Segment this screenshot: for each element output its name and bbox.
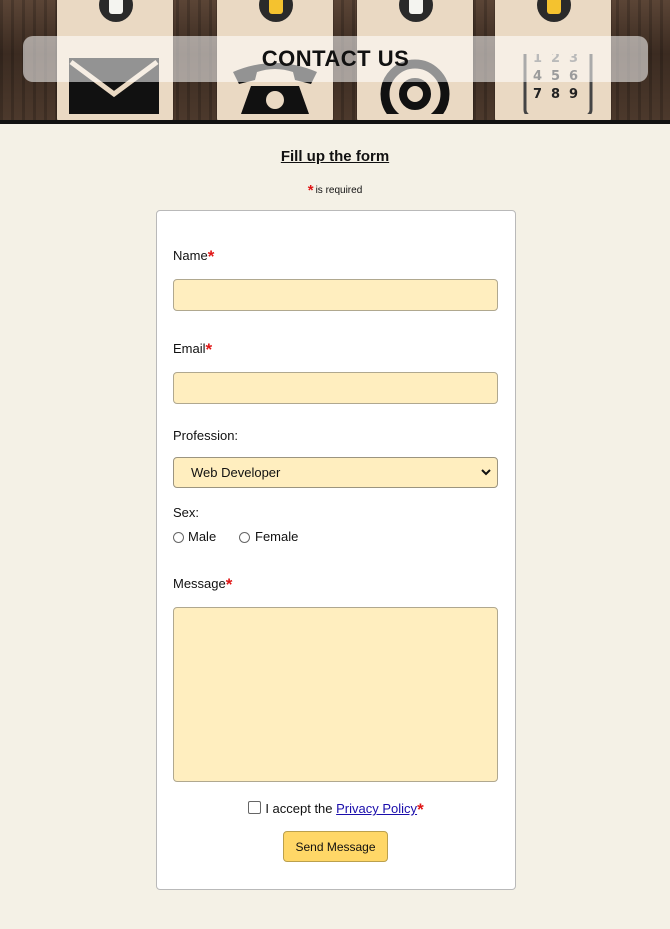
svg-text:7: 7	[533, 87, 542, 102]
name-label: Name*	[173, 247, 214, 267]
send-message-button[interactable]: Send Message	[283, 831, 388, 862]
contact-form: Name* Email* Profession: Web Developer S…	[156, 210, 516, 890]
accept-text: I accept the	[265, 801, 337, 816]
chevron-down-icon	[481, 469, 491, 476]
required-star: *	[207, 247, 215, 266]
message-label: Message*	[173, 575, 232, 595]
profession-select[interactable]: Web Developer	[173, 457, 498, 488]
svg-text:8: 8	[551, 87, 560, 102]
email-label-text: Email	[173, 341, 206, 356]
privacy-policy-link[interactable]: Privacy Policy	[336, 801, 417, 816]
required-star: *	[417, 800, 424, 819]
required-star: *	[205, 340, 213, 359]
name-label-text: Name	[173, 248, 208, 263]
privacy-accept-row: I accept the Privacy Policy*	[157, 800, 515, 820]
banner-title-box: CONTACT US	[23, 36, 648, 82]
male-label: Male	[188, 529, 217, 544]
message-label-text: Message	[173, 576, 226, 591]
name-input[interactable]	[173, 279, 498, 311]
female-radio[interactable]	[239, 532, 250, 543]
required-note: * is required	[0, 182, 670, 199]
svg-text:9: 9	[569, 87, 578, 102]
profession-label: Profession:	[173, 428, 239, 443]
form-heading: Fill up the form	[280, 148, 390, 165]
required-note-text: is required	[315, 185, 363, 196]
privacy-checkbox[interactable]	[248, 801, 262, 814]
page-title: CONTACT US	[261, 46, 410, 71]
email-input[interactable]	[173, 372, 498, 404]
required-star: *	[225, 575, 233, 594]
profession-selected-value: Web Developer	[191, 465, 281, 480]
email-label: Email*	[173, 340, 212, 360]
required-star: *	[307, 182, 314, 199]
sex-label: Sex:	[173, 505, 200, 520]
male-radio[interactable]	[173, 532, 184, 543]
message-textarea[interactable]	[173, 607, 498, 782]
header-banner: 123 456 789 CONTACT US	[0, 0, 670, 124]
female-label: Female	[255, 529, 299, 544]
